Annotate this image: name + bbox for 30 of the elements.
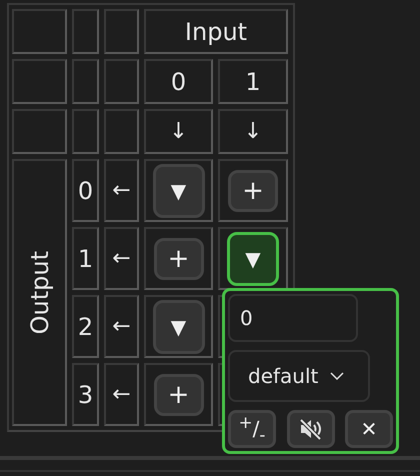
input-number: 0 <box>144 59 213 104</box>
mute-icon <box>298 418 322 440</box>
close-button[interactable]: ✕ <box>345 410 393 448</box>
table-cell <box>12 59 67 104</box>
output-number: 3 <box>72 363 99 426</box>
gain-button[interactable]: ▼ <box>227 232 279 286</box>
table-cell <box>104 109 139 154</box>
table-cell <box>12 9 67 54</box>
input-number: 1 <box>218 59 288 104</box>
table-cell <box>72 9 99 54</box>
table-cell <box>104 9 139 54</box>
chevron-down-icon <box>330 372 344 380</box>
mute-button[interactable] <box>286 410 334 448</box>
invert-button[interactable]: $^{+}$/$_{-}$ <box>228 410 276 448</box>
table-cell <box>72 59 99 104</box>
table-cell <box>72 109 99 154</box>
add-button[interactable]: + <box>154 374 204 416</box>
table-cell <box>12 109 67 154</box>
table-cell <box>104 59 139 104</box>
output-number: 1 <box>72 227 99 290</box>
mode-dropdown[interactable]: default <box>228 350 370 402</box>
add-button[interactable]: + <box>228 170 278 212</box>
output-number: 0 <box>72 159 99 222</box>
gain-input-field[interactable]: 0 <box>228 294 358 342</box>
gain-button[interactable]: ▼ <box>152 300 204 354</box>
output-number: 2 <box>72 295 99 358</box>
add-button[interactable]: + <box>154 238 204 280</box>
output-header: Output <box>12 159 67 426</box>
input-header: Input <box>144 9 288 54</box>
gain-button[interactable]: ▼ <box>152 164 204 218</box>
